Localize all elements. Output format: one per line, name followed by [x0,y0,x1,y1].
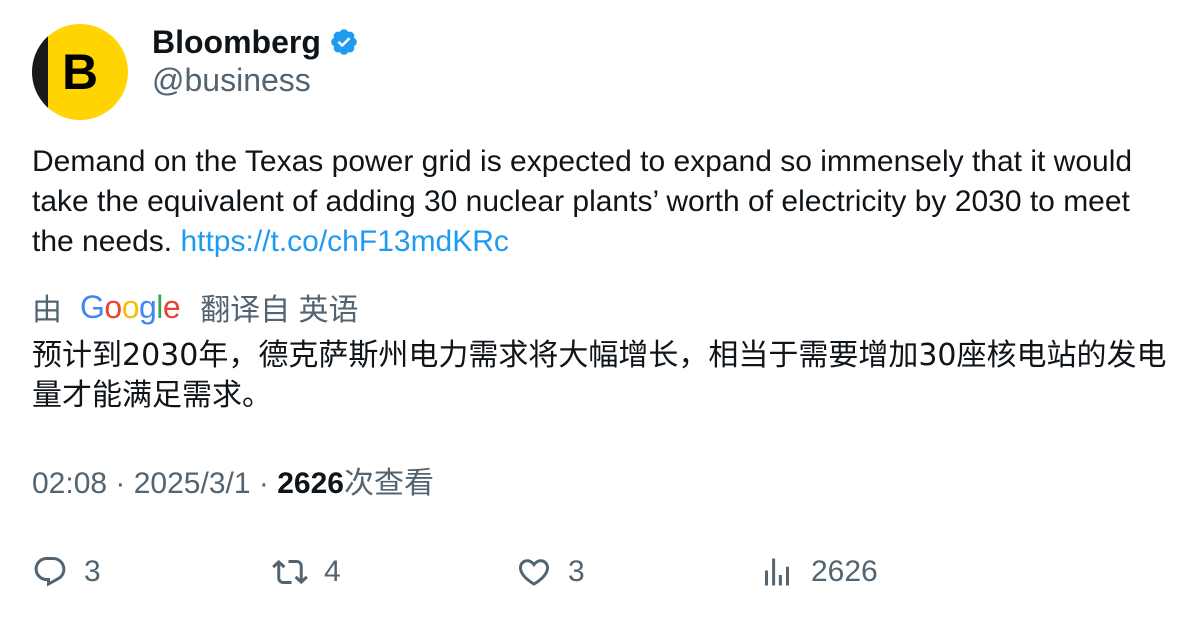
avatar-letter: B [61,44,99,100]
meta-separator: · [107,467,134,500]
translation-attribution: 由 Google 翻译自 英语 [32,286,359,328]
retweet-button[interactable]: 4 [272,550,341,594]
reply-icon [34,557,66,587]
avatar[interactable]: B [32,24,128,120]
tweet-time[interactable]: 02:08 [32,467,107,500]
translation-from-label[interactable]: 翻译自 英语 [200,285,358,329]
analytics-bar-icon [765,558,789,586]
google-logo: Google [80,288,181,325]
translated-text: 预计到2030年，德克萨斯州电力需求将大幅增长，相当于需要增加30座核电站的发电… [32,338,1167,413]
tweet-text: Demand on the Texas power grid is expect… [32,142,1172,262]
action-bar: 3 4 3 2626 [32,550,1172,594]
tweet-date[interactable]: 2025/3/1 [134,467,251,500]
author-display-name[interactable]: Bloomberg [152,24,321,61]
views-action-count: 2626 [811,555,878,588]
heart-icon [518,559,550,586]
retweet-icon [272,559,308,585]
views-button[interactable]: 2626 [759,550,878,594]
author-name-row: Bloomberg [152,22,359,62]
like-button[interactable]: 3 [516,550,585,594]
reply-button[interactable]: 3 [32,550,101,594]
views-label: 次查看 [343,467,434,500]
meta-separator: · [250,467,278,500]
author-handle[interactable]: @business [152,62,311,99]
tweet-link[interactable]: https://t.co/chF13mdKRc [180,225,508,258]
retweet-count: 4 [324,555,341,588]
views-count: 2626 [277,467,344,500]
tweet-meta: 02:08 · 2025/3/1 · 2626次查看 [32,464,434,504]
translation-by-label: 由 [32,294,62,327]
reply-count: 3 [84,555,101,588]
verified-badge-icon [331,29,357,55]
tweet-card: B Bloomberg @business Demand on the Texa… [0,0,1196,618]
like-count: 3 [568,555,585,588]
